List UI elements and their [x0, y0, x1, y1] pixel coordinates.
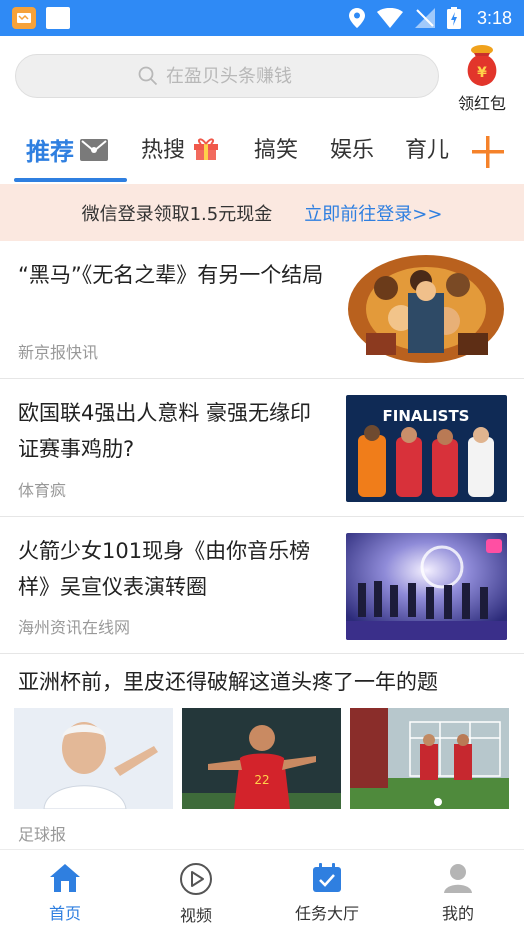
tab-label: 娱乐: [330, 138, 375, 163]
signal-off-icon: [414, 8, 435, 28]
tab-label: 育儿: [405, 138, 450, 163]
search-row: ¥ 领红包: [0, 36, 524, 118]
news-source: 体育疯: [18, 481, 67, 500]
news-thumbnail: [346, 533, 507, 640]
battery-charging-icon: [446, 7, 461, 29]
news-title: 亚洲杯前，里皮还得破解这道头疼了一年的题: [18, 670, 438, 694]
active-tab-indicator: [14, 178, 127, 182]
play-icon: [180, 863, 212, 895]
nav-label: 首页: [48, 904, 81, 923]
bottom-navigation: 首页 视频 任务大厅 我的: [0, 849, 524, 931]
nav-profile[interactable]: 我的: [403, 862, 513, 924]
notification-placeholder-icon: [46, 7, 70, 29]
news-item-gallery[interactable]: 亚洲杯前，里皮还得破解这道头疼了一年的题 22 足球报: [0, 654, 524, 849]
nav-home[interactable]: 首页: [10, 862, 120, 924]
nav-tasks[interactable]: 任务大厅: [272, 862, 382, 924]
thumb-finalists-text: FINALISTS: [383, 407, 470, 425]
news-thumbnail: [350, 708, 509, 809]
news-item[interactable]: 火箭少女101现身《由你音乐榜样》吴宣仪表演转圈 海州资讯在线网: [0, 517, 524, 654]
nav-video[interactable]: 视频: [141, 862, 251, 926]
home-icon: [50, 864, 80, 892]
news-thumbnail: [346, 253, 507, 365]
notification-app-icon: [12, 7, 36, 29]
category-tabs: 推荐 热搜 搞笑 娱乐 育儿: [0, 118, 524, 184]
redpacket-button[interactable]: ¥ 领红包: [452, 44, 512, 114]
user-icon: [444, 864, 472, 893]
news-title: “黑马”《无名之辈》有另一个结局: [18, 263, 324, 287]
tab-entertainment[interactable]: 娱乐: [330, 132, 374, 164]
tab-funny[interactable]: 搞笑: [254, 132, 298, 164]
news-thumbnail: 22: [182, 708, 341, 809]
add-channel-icon[interactable]: [468, 132, 508, 172]
svg-text:22: 22: [254, 773, 269, 787]
search-bar[interactable]: [15, 54, 439, 98]
search-input[interactable]: [166, 65, 316, 87]
news-thumbnail: FINALISTS: [346, 395, 507, 502]
banner-text: 微信登录领取1.5元现金: [81, 203, 273, 225]
gift-icon: [194, 138, 219, 160]
news-source: 海州资讯在线网: [18, 618, 131, 637]
status-bar: 3:18: [0, 0, 524, 36]
news-title: 欧国联4强出人意料 豪强无缘印证赛事鸡肋?: [18, 401, 312, 461]
login-banner[interactable]: 微信登录领取1.5元现金 立即前往登录>>: [0, 184, 524, 241]
nav-label: 视频: [179, 906, 212, 925]
news-source: 新京报快讯: [18, 343, 99, 362]
mail-badge-icon: [80, 138, 108, 161]
wifi-icon: [376, 8, 403, 28]
news-thumbnail: [14, 708, 173, 809]
money-bag-icon: ¥: [467, 45, 497, 86]
nav-label: 任务大厅: [294, 904, 359, 923]
news-source: 足球报: [18, 825, 67, 844]
tab-label: 热搜: [141, 138, 186, 163]
app-screen: 3:18 ¥ 领红包 推荐 热搜 搞笑: [0, 0, 524, 931]
task-icon: [313, 863, 341, 892]
tab-label: 推荐: [26, 138, 74, 166]
news-item[interactable]: 欧国联4强出人意料 豪强无缘印证赛事鸡肋? 体育疯 FINALISTS: [0, 379, 524, 517]
login-link[interactable]: 立即前往登录>>: [304, 200, 442, 226]
svg-text:¥: ¥: [477, 65, 487, 81]
tab-recommend[interactable]: 推荐: [26, 132, 108, 167]
tab-label: 搞笑: [254, 138, 299, 163]
news-item[interactable]: “黑马”《无名之辈》有另一个结局 新京报快讯: [0, 241, 524, 379]
search-icon: [138, 66, 158, 86]
nav-label: 我的: [441, 904, 474, 923]
clock-time: 3:18: [476, 7, 512, 28]
tab-parenting[interactable]: 育儿: [405, 132, 449, 164]
news-title: 火箭少女101现身《由你音乐榜样》吴宣仪表演转圈: [18, 539, 311, 599]
tab-hot-search[interactable]: 热搜: [141, 132, 219, 164]
location-icon: [348, 8, 365, 28]
redpacket-label: 领红包: [457, 94, 506, 113]
